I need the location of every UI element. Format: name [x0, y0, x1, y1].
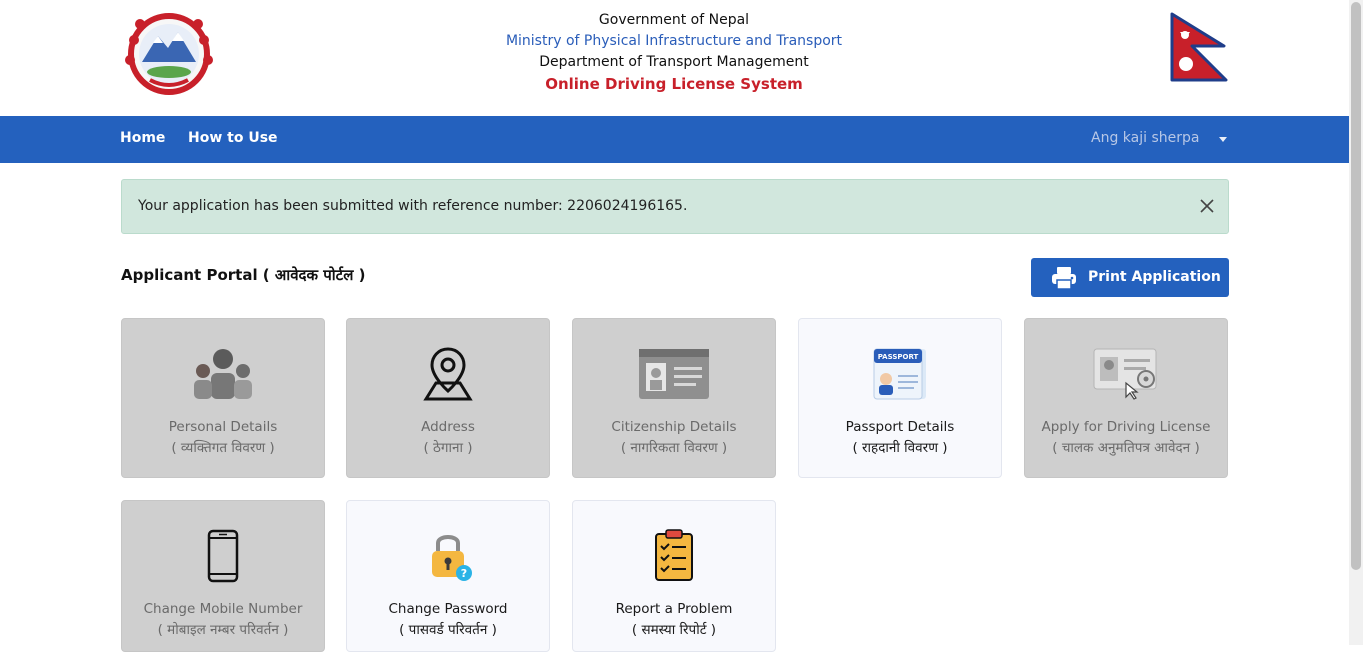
header-department: Department of Transport Management: [539, 54, 809, 70]
header-government: Government of Nepal: [598, 12, 750, 28]
card-title: Report a Problem: [615, 601, 733, 617]
family-icon: [194, 349, 252, 399]
location-pin-icon: [423, 347, 473, 401]
padlock-icon: ?: [432, 535, 472, 581]
card-subtitle: ( ठेगाना ): [423, 440, 473, 456]
passport-icon: PASSPORT: [873, 348, 926, 400]
success-alert: Your application has been submitted with…: [121, 179, 1229, 234]
nav-how-to-use-link[interactable]: How to Use: [188, 130, 278, 146]
print-application-button[interactable]: Print Application: [1031, 258, 1229, 297]
card-address[interactable]: Address ( ठेगाना ): [346, 318, 550, 478]
clipboard-checklist-icon: [655, 529, 693, 581]
svg-text:?: ?: [461, 567, 467, 580]
card-subtitle: ( समस्या रिपोर्ट ): [631, 622, 717, 638]
card-subtitle: ( नागरिकता विवरण ): [620, 440, 728, 456]
site-header: Government of Nepal Ministry of Physical…: [0, 0, 1349, 116]
printer-icon: [1052, 267, 1076, 290]
card-personal-details[interactable]: Personal Details ( व्यक्तिगत विवरण ): [121, 318, 325, 478]
id-card-icon: [639, 349, 709, 399]
card-title: Change Password: [388, 601, 508, 617]
card-title: Personal Details: [168, 419, 278, 435]
page-scrollbar[interactable]: [1349, 0, 1363, 645]
nepal-emblem-icon: [125, 13, 213, 95]
page-title: Applicant Portal ( आवेदक पोर्टल ): [121, 266, 366, 284]
card-citizenship-details[interactable]: Citizenship Details ( नागरिकता विवरण ): [572, 318, 776, 478]
card-subtitle: ( मोबाइल नम्बर परिवर्तन ): [157, 622, 289, 638]
user-menu-toggle[interactable]: Ang kaji sherpa: [1091, 130, 1199, 146]
svg-text:PASSPORT: PASSPORT: [878, 353, 919, 361]
close-icon[interactable]: [1198, 197, 1216, 215]
card-change-mobile-number[interactable]: Change Mobile Number ( मोबाइल नम्बर परिव…: [121, 500, 325, 652]
driving-license-icon: [1093, 348, 1157, 400]
card-title: Apply for Driving License: [1041, 419, 1211, 435]
card-title: Citizenship Details: [611, 419, 737, 435]
card-title: Passport Details: [845, 419, 955, 435]
scrollbar-thumb[interactable]: [1351, 2, 1361, 570]
card-subtitle: ( चालक अनुमतिपत्र आवेदन ): [1052, 440, 1200, 456]
nav-home-link[interactable]: Home: [120, 130, 165, 146]
card-apply-driving-license[interactable]: Apply for Driving License ( चालक अनुमतिप…: [1024, 318, 1228, 478]
card-passport-details[interactable]: PASSPORT Passport Details ( राहदानी विवर…: [798, 318, 1002, 478]
card-subtitle: ( राहदानी विवरण ): [852, 440, 948, 456]
alert-message: Your application has been submitted with…: [138, 198, 688, 214]
card-subtitle: ( व्यक्तिगत विवरण ): [171, 440, 275, 456]
card-title: Address: [421, 419, 475, 435]
nepal-flag-icon: [1170, 12, 1228, 82]
header-ministry: Ministry of Physical Infrastructure and …: [505, 33, 843, 49]
header-system-name: Online Driving License System: [545, 75, 803, 93]
card-title: Change Mobile Number: [143, 601, 303, 617]
mobile-phone-icon: [207, 529, 239, 583]
card-change-password[interactable]: ? Change Password ( पासवर्ड परिवर्तन ): [346, 500, 550, 652]
card-report-problem[interactable]: Report a Problem ( समस्या रिपोर्ट ): [572, 500, 776, 652]
card-subtitle: ( पासवर्ड परिवर्तन ): [399, 622, 497, 638]
main-navbar: Home How to Use Ang kaji sherpa: [0, 116, 1349, 163]
caret-down-icon[interactable]: [1219, 137, 1227, 142]
print-application-label: Print Application: [1088, 269, 1221, 285]
